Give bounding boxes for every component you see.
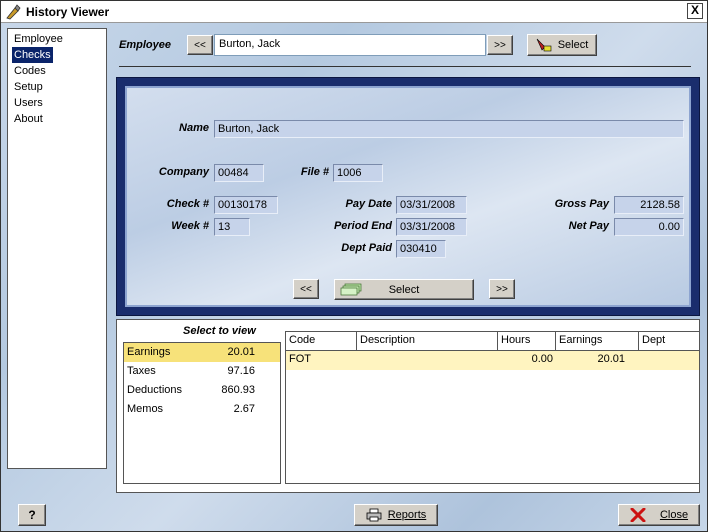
employee-field[interactable]: Burton, Jack (214, 34, 486, 56)
nav-item-users[interactable]: Users (12, 95, 45, 111)
nav-list: Employee Checks Codes Setup Users About (7, 28, 107, 469)
cell-dept (639, 351, 699, 370)
taxes-label: Taxes (127, 365, 156, 377)
earnings-label: Earnings (127, 346, 171, 358)
nav-item-codes[interactable]: Codes (12, 63, 48, 79)
deductions-value: 860.93 (221, 384, 255, 396)
company-label: Company (158, 166, 209, 178)
file-label: File # (300, 166, 329, 178)
list-item-taxes[interactable]: Taxes 97.16 (124, 362, 280, 381)
list-item-earnings[interactable]: Earnings 20.01 (124, 343, 280, 362)
list-item-deductions[interactable]: Deductions 860.93 (124, 381, 280, 400)
employee-bar: Employee << Burton, Jack >> Select (119, 34, 597, 56)
close-label: Close (659, 509, 689, 521)
cell-description (357, 351, 498, 370)
check-number-field: 00130178 (214, 196, 278, 214)
week-label: Week # (171, 220, 209, 232)
check-detail-inner: Name Burton, Jack Company 00484 File # 1… (125, 86, 691, 307)
history-viewer-window: History Viewer X Employee Checks Codes S… (0, 0, 708, 532)
check-select-button[interactable]: Select (334, 279, 474, 300)
column-header-description[interactable]: Description (357, 332, 498, 350)
check-detail-panel: Name Burton, Jack Company 00484 File # 1… (116, 77, 700, 316)
header-divider (119, 66, 691, 67)
employee-select-button[interactable]: Select (527, 34, 597, 56)
file-field: 1006 (333, 164, 383, 182)
reports-button[interactable]: Reports (354, 504, 438, 526)
name-field: Burton, Jack (214, 120, 684, 138)
detail-grid: Code Description Hours Earnings Dept FOT… (285, 331, 700, 484)
employee-next-button[interactable]: >> (487, 35, 513, 55)
employee-select-label: Select (557, 39, 589, 51)
list-item-memos[interactable]: Memos 2.67 (124, 400, 280, 419)
employee-prev-button[interactable]: << (187, 35, 213, 55)
column-header-earnings[interactable]: Earnings (556, 332, 639, 350)
net-pay-label: Net Pay (568, 220, 609, 232)
history-app-icon (6, 3, 21, 19)
pay-date-field: 03/31/2008 (396, 196, 467, 214)
check-select-label: Select (388, 283, 420, 296)
column-header-hours[interactable]: Hours (498, 332, 556, 350)
company-field: 00484 (214, 164, 264, 182)
nav-item-setup[interactable]: Setup (12, 79, 45, 95)
help-button[interactable]: ? (18, 504, 46, 526)
printer-icon (366, 508, 382, 522)
gross-pay-field: 2128.58 (614, 196, 684, 214)
net-pay-field: 0.00 (614, 218, 684, 236)
grid-header: Code Description Hours Earnings Dept (286, 332, 699, 351)
column-header-dept[interactable]: Dept (639, 332, 699, 350)
select-pointer-icon (536, 38, 552, 52)
week-field: 13 (214, 218, 250, 236)
window-close-button[interactable]: X (687, 3, 703, 19)
select-to-view-list: Earnings 20.01 Taxes 97.16 Deductions 86… (123, 342, 281, 484)
history-detail-area: Select to view Earnings 20.01 Taxes 97.1… (116, 319, 700, 493)
select-to-view-title: Select to view (183, 325, 256, 337)
cell-code: FOT (289, 353, 311, 365)
employee-label: Employee (119, 39, 171, 51)
cell-hours: 0.00 (531, 353, 553, 365)
nav-item-checks[interactable]: Checks (12, 47, 53, 63)
deductions-label: Deductions (127, 384, 183, 396)
nav-item-employee[interactable]: Employee (12, 31, 65, 47)
table-row[interactable]: FOT 0.00 20.01 (286, 351, 699, 370)
dept-paid-label: Dept Paid (341, 242, 392, 254)
close-x-icon (630, 508, 646, 522)
taxes-value: 97.16 (227, 365, 255, 377)
title-bar: History Viewer X (1, 1, 707, 23)
close-button[interactable]: Close (618, 504, 700, 526)
cell-earnings: 20.01 (597, 353, 625, 365)
name-label: Name (179, 122, 209, 134)
earnings-value: 20.01 (227, 346, 255, 358)
checks-stack-icon (340, 283, 362, 296)
period-end-label: Period End (333, 220, 392, 232)
column-header-code[interactable]: Code (286, 332, 357, 350)
nav-item-about[interactable]: About (12, 111, 45, 127)
check-prev-button[interactable]: << (293, 279, 319, 299)
period-end-field: 03/31/2008 (396, 218, 467, 236)
pay-date-label: Pay Date (345, 198, 392, 210)
memos-value: 2.67 (233, 403, 255, 415)
dept-paid-field: 030410 (396, 240, 446, 258)
memos-label: Memos (127, 403, 164, 415)
check-number-label: Check # (166, 198, 209, 210)
window-title: History Viewer (26, 4, 110, 19)
gross-pay-label: Gross Pay (554, 198, 609, 210)
reports-label: Reports (387, 509, 427, 521)
check-next-button[interactable]: >> (489, 279, 515, 299)
